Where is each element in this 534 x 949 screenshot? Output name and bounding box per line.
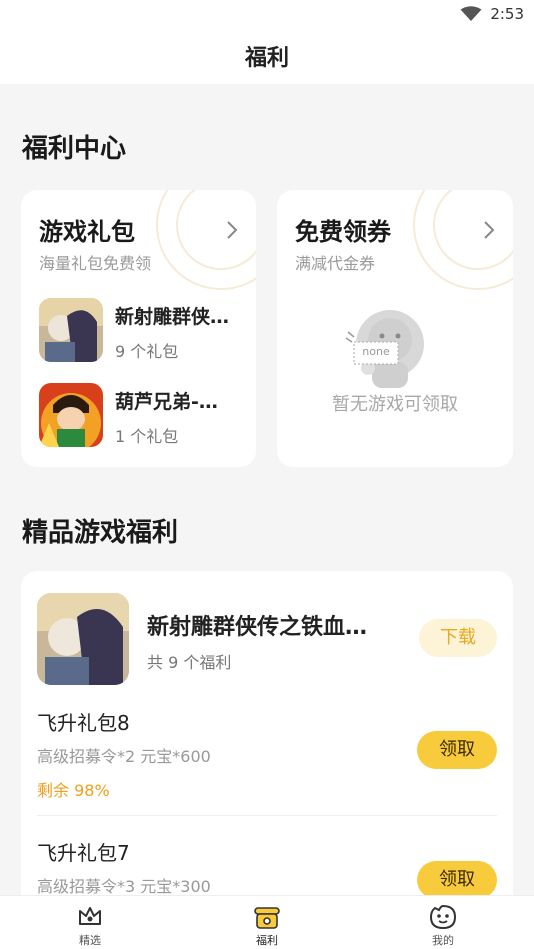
claim-button[interactable]: 领取 xyxy=(417,861,497,899)
game-icon xyxy=(37,593,129,685)
premium-game-card: 新射雕群侠传之铁血… 共 9 个福利 下载 飞升礼包8 高级招募令*2 元宝*6… xyxy=(21,571,513,911)
gift-remaining: 剩余 98% xyxy=(37,781,110,800)
gift-bag-icon xyxy=(254,907,280,929)
none-badge: none xyxy=(362,345,390,358)
bottom-nav: 精选 福利 我的 xyxy=(0,895,534,949)
nav-label: 福利 xyxy=(256,934,278,947)
gift-name: 飞升礼包7 xyxy=(37,841,130,865)
premium-welfare-title: 精品游戏福利 xyxy=(22,518,179,548)
empty-state-text: 暂无游戏可领取 xyxy=(332,394,458,415)
claim-button[interactable]: 领取 xyxy=(417,731,497,769)
premium-game-name: 新射雕群侠传之铁血… xyxy=(147,615,368,640)
nav-item-welfare[interactable]: 福利 xyxy=(222,904,312,948)
chevron-right-icon[interactable] xyxy=(224,220,240,240)
clock: 2:53 xyxy=(490,5,524,23)
gift-description: 高级招募令*2 元宝*600 xyxy=(37,747,211,766)
divider xyxy=(37,815,497,816)
game-icon xyxy=(39,383,103,447)
nav-label: 精选 xyxy=(79,934,101,947)
app-bar: 福利 xyxy=(0,30,534,84)
status-bar: 2:53 xyxy=(0,0,534,30)
download-button[interactable]: 下载 xyxy=(419,619,497,657)
gift-name: 飞升礼包8 xyxy=(37,711,130,735)
gift-game-name: 葫芦兄弟-… xyxy=(115,391,218,413)
premium-game-header[interactable]: 新射雕群侠传之铁血… 共 9 个福利 下载 xyxy=(37,593,497,685)
gift-count: 9 个礼包 xyxy=(115,342,179,361)
nav-item-featured[interactable]: 精选 xyxy=(45,904,135,948)
game-icon xyxy=(39,298,103,362)
gift-description: 高级招募令*3 元宝*300 xyxy=(37,877,211,896)
gift-pack-subtitle: 海量礼包免费领 xyxy=(39,254,152,273)
gift-pack-card[interactable]: 游戏礼包 海量礼包免费领 新射雕群侠… 9 个礼包 葫芦兄弟-… 1 个礼包 xyxy=(21,190,256,467)
gift-row: 飞升礼包8 高级招募令*2 元宝*600 剩余 98% 领取 xyxy=(37,707,497,807)
page-title: 福利 xyxy=(244,46,289,71)
gift-game-name: 新射雕群侠… xyxy=(115,306,230,328)
nav-item-mine[interactable]: 我的 xyxy=(398,904,488,948)
gift-list-item[interactable]: 葫芦兄弟-… 1 个礼包 xyxy=(39,383,249,447)
gift-count: 1 个礼包 xyxy=(115,427,179,446)
smile-face-icon xyxy=(429,904,457,930)
free-coupon-title: 免费领券 xyxy=(295,218,391,246)
welfare-center-title: 福利中心 xyxy=(22,134,127,164)
free-coupon-subtitle: 满减代金券 xyxy=(295,254,376,273)
crown-icon xyxy=(79,907,101,925)
wifi-icon xyxy=(460,6,482,21)
chevron-right-icon[interactable] xyxy=(481,220,497,240)
gift-list-item[interactable]: 新射雕群侠… 9 个礼包 xyxy=(39,298,249,362)
premium-welfare-count: 共 9 个福利 xyxy=(147,653,232,672)
empty-state-illustration: none xyxy=(342,302,432,392)
free-coupon-card[interactable]: 免费领券 满减代金券 none 暂无游戏可领取 xyxy=(277,190,513,467)
gift-pack-title: 游戏礼包 xyxy=(39,218,135,246)
nav-label: 我的 xyxy=(432,934,454,947)
